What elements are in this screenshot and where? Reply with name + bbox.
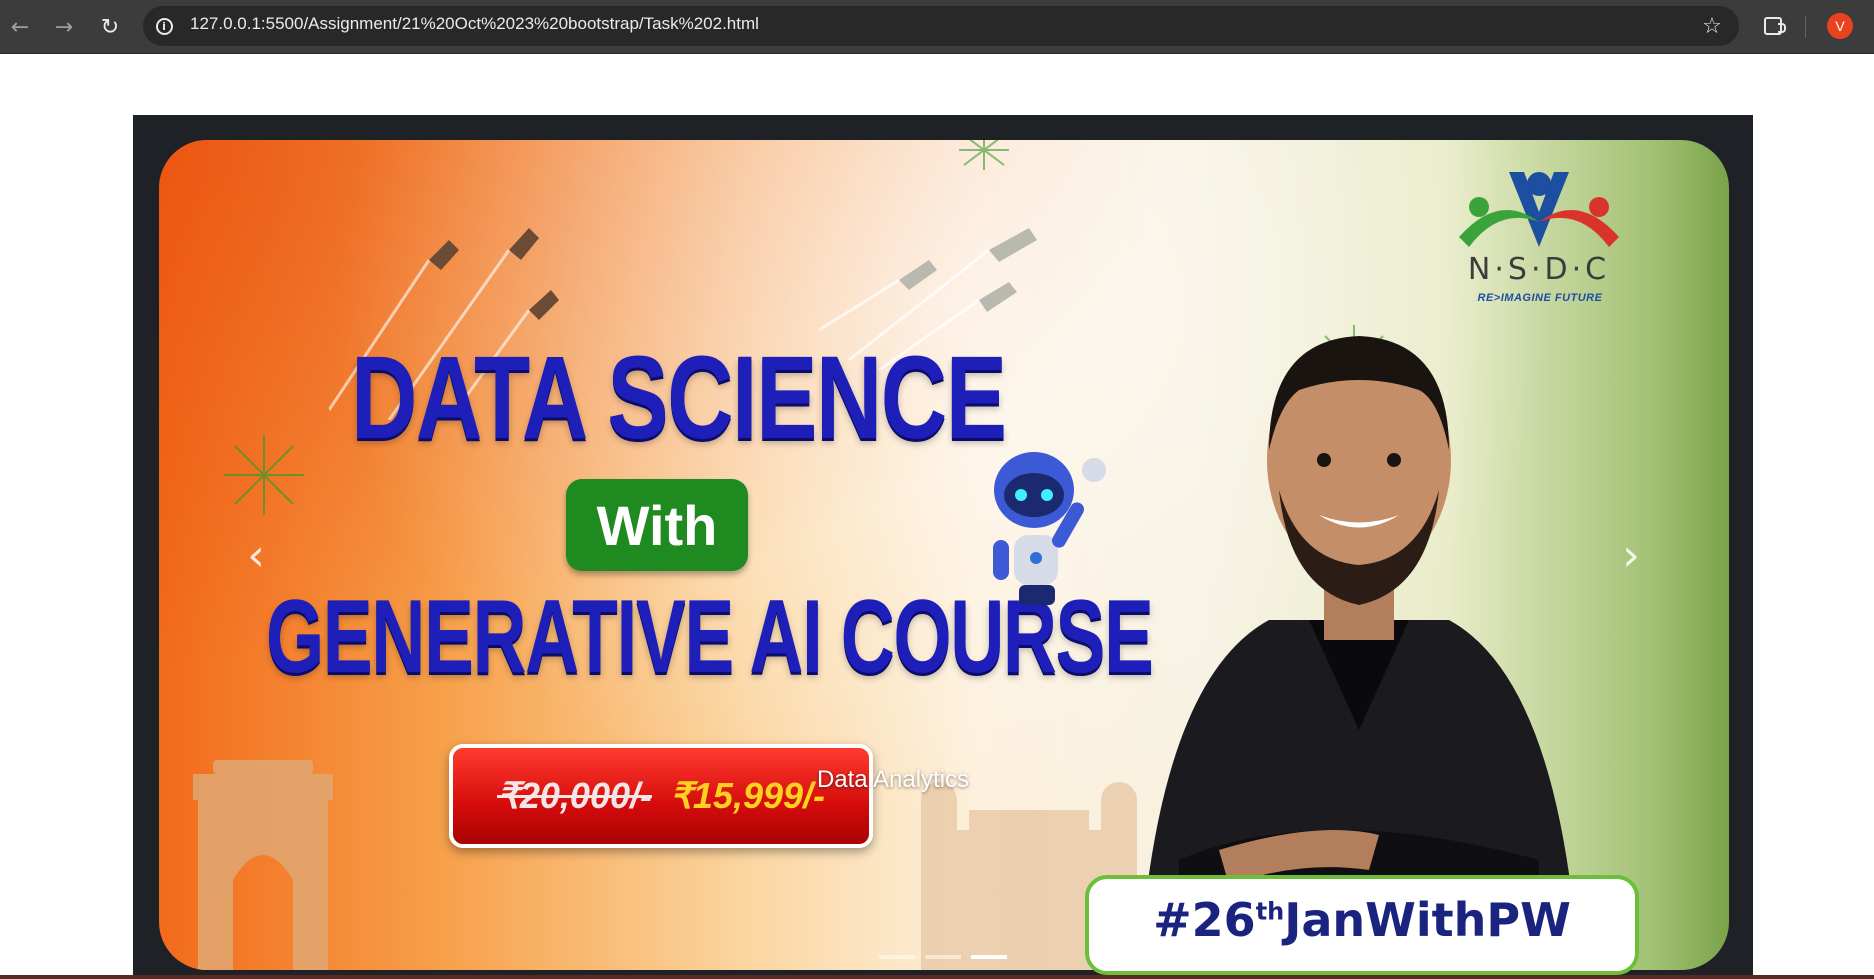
- site-info-button[interactable]: i: [152, 14, 176, 38]
- price-new: ₹15,999/-: [670, 775, 826, 816]
- carousel-slide-image: DATA SCIENCE With GENERATIVE AI COURSE ₹…: [159, 140, 1729, 970]
- hashtag-prefix: #26: [1153, 893, 1256, 947]
- hashtag-text: #26thJanWithPW: [1153, 893, 1571, 947]
- carousel-next-button[interactable]: ›: [1606, 529, 1656, 581]
- arrow-left-icon: ←: [10, 14, 30, 40]
- chevron-right-icon: ›: [1622, 529, 1640, 581]
- extensions-button[interactable]: [1758, 11, 1788, 41]
- bookmark-button[interactable]: ☆: [1697, 11, 1727, 41]
- hashtag-sup: th: [1255, 897, 1285, 926]
- firework-icon: [224, 435, 304, 515]
- browser-toolbar: ← → ↻ i 127.0.0.1:5500/Assignment/21%20O…: [0, 0, 1874, 54]
- price-box: ₹20,000/- ₹15,999/-: [449, 744, 873, 848]
- robot-icon: [993, 452, 1106, 605]
- carousel-indicator-2[interactable]: [925, 955, 961, 959]
- nsdc-logo-tagline: RE>IMAGINE FUTURE: [1477, 292, 1603, 304]
- heading-line-1: DATA SCIENCE: [351, 332, 1007, 464]
- arrow-right-icon: →: [54, 14, 74, 40]
- reload-button[interactable]: ↻: [92, 9, 128, 45]
- forward-button[interactable]: →: [46, 9, 82, 45]
- nsdc-logo-text: N·S·D·C: [1467, 252, 1611, 287]
- carousel-indicator-1[interactable]: [879, 955, 915, 959]
- carousel: DATA SCIENCE With GENERATIVE AI COURSE ₹…: [133, 115, 1753, 979]
- hashtag-banner: #26thJanWithPW: [1085, 875, 1639, 975]
- presenter-photo: [1139, 336, 1579, 970]
- star-icon: ☆: [1702, 13, 1722, 39]
- puzzle-icon: [1764, 17, 1786, 35]
- carousel-prev-button[interactable]: ‹: [231, 529, 281, 581]
- firework-icon: [959, 140, 1009, 170]
- hashtag-suffix: JanWithPW: [1284, 893, 1571, 947]
- url-text[interactable]: 127.0.0.1:5500/Assignment/21%20Oct%2023%…: [190, 14, 759, 34]
- toolbar-divider: [1805, 16, 1806, 38]
- carousel-indicator-3[interactable]: [971, 955, 1007, 959]
- india-gate-icon: [193, 760, 333, 970]
- chevron-left-icon: ‹: [247, 529, 265, 581]
- reload-icon: ↻: [100, 14, 120, 40]
- carousel-caption: Data Analytics: [816, 766, 970, 793]
- carousel-indicators: [879, 955, 1007, 959]
- info-icon: i: [155, 17, 173, 35]
- page-bottom-edge: [0, 975, 1874, 979]
- with-badge: With: [566, 479, 748, 571]
- back-button[interactable]: ←: [2, 9, 38, 45]
- profile-avatar[interactable]: V: [1827, 13, 1853, 39]
- price-old: ₹20,000/-: [496, 775, 652, 816]
